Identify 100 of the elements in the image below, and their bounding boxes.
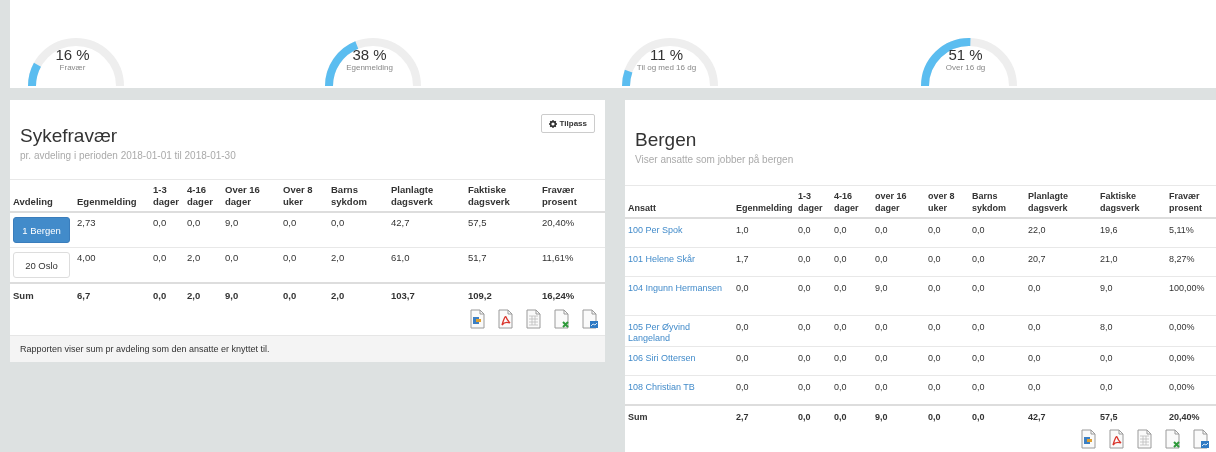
column-header: Faktiske dagsverk <box>465 180 539 212</box>
table-cell: 0,0 <box>222 247 280 283</box>
table-cell: 0,0 <box>733 315 795 347</box>
column-header: Faktiske dagsverk <box>1097 186 1166 218</box>
table-cell: 0,0 <box>1097 346 1166 376</box>
sum-cell: 103,7 <box>388 283 465 305</box>
column-header: over 16 dager <box>872 186 925 218</box>
table-cell: 9,0 <box>1097 276 1166 316</box>
table-cell: 0,0 <box>925 346 969 376</box>
sum-cell: 0,0 <box>831 405 872 425</box>
employee-link[interactable]: 105 Per Øyvind Langeland <box>628 322 730 344</box>
gauge-value: 38 % <box>352 47 387 63</box>
table-cell: 0,0 <box>831 218 872 248</box>
gauge-label: Egenmelding <box>346 63 393 72</box>
table-cell: 0,0 <box>795 315 831 347</box>
sum-cell: 16,24% <box>539 283 605 305</box>
column-header: Planlagte dagsverk <box>1025 186 1097 218</box>
table-cell: 0,0 <box>795 346 831 376</box>
customize-button[interactable]: Tilpass <box>540 114 595 133</box>
employee-link[interactable]: 101 Helene Skår <box>628 254 730 265</box>
document-icon[interactable] <box>469 309 487 329</box>
sum-cell: 2,7 <box>733 405 795 425</box>
column-header: 1-3 dager <box>150 180 184 212</box>
column-header: Fravær prosent <box>539 180 605 212</box>
table-cell: 0,0 <box>872 375 925 405</box>
table-cell: 0,0 <box>872 247 925 277</box>
table-cell: 20,40% <box>539 212 605 248</box>
table-cell: 0,0 <box>925 315 969 347</box>
table-cell: 20,7 <box>1025 247 1097 277</box>
column-header: Over 16 dager <box>222 180 280 212</box>
table-cell: 9,0 <box>222 212 280 248</box>
table-cell: 0,0 <box>969 346 1025 376</box>
department-button[interactable]: 20 Oslo <box>13 252 70 278</box>
column-header: Barns sykdom <box>328 180 388 212</box>
column-header: Egenmelding <box>733 186 795 218</box>
column-header: Ansatt <box>625 186 733 218</box>
table-cell: 0,0 <box>1025 276 1097 316</box>
table-cell: 0,0 <box>969 315 1025 347</box>
gauge-label: Over 16 dg <box>945 63 986 72</box>
panel-title: Bergen <box>635 129 698 151</box>
table-cell: 57,5 <box>465 212 539 248</box>
column-header: Over 8 uker <box>280 180 328 212</box>
table-cell: 8,27% <box>1166 247 1216 277</box>
table-cell: 0,0 <box>328 212 388 248</box>
table-cell: 61,0 <box>388 247 465 283</box>
document-cross-icon[interactable] <box>1164 429 1182 449</box>
column-header: Egenmelding <box>74 180 150 212</box>
column-header: 1-3 dager <box>795 186 831 218</box>
table-cell: 0,00% <box>1166 315 1216 347</box>
column-header: 4-16 dager <box>184 180 222 212</box>
table-cell: 51,7 <box>465 247 539 283</box>
table-cell: 0,0 <box>925 375 969 405</box>
sum-cell: 109,2 <box>465 283 539 305</box>
column-header: Avdeling <box>10 180 74 212</box>
sum-cell: 9,0 <box>872 405 925 425</box>
table-cell: 0,0 <box>1025 315 1097 347</box>
sum-cell: Sum <box>10 283 74 305</box>
table-cell: 5,11% <box>1166 218 1216 248</box>
column-header: Barns sykdom <box>969 186 1025 218</box>
employee-link[interactable]: 100 Per Spok <box>628 225 730 236</box>
employee-link[interactable]: 106 Siri Ottersen <box>628 353 730 364</box>
table-cell: 0,0 <box>925 276 969 316</box>
sum-cell: 0,0 <box>925 405 969 425</box>
pdf-icon[interactable] <box>497 309 515 329</box>
table-cell: 19,6 <box>1097 218 1166 248</box>
table-cell: 22,0 <box>1025 218 1097 248</box>
table-cell: 0,0 <box>831 315 872 347</box>
table-cell: 4,00 <box>74 247 150 283</box>
table-cell: 0,0 <box>795 375 831 405</box>
department-button[interactable]: 1 Bergen <box>13 217 70 243</box>
sum-cell: 6,7 <box>74 283 150 305</box>
sum-cell: 9,0 <box>222 283 280 305</box>
table-cell: 0,0 <box>795 218 831 248</box>
pdf-icon[interactable] <box>1108 429 1126 449</box>
employee-link[interactable]: 104 Ingunn Hermansen <box>628 283 730 294</box>
table-cell: 0,0 <box>795 247 831 277</box>
sum-cell: 2,0 <box>328 283 388 305</box>
gauge-value: 11 % <box>649 47 684 63</box>
column-header: 4-16 dager <box>831 186 872 218</box>
table-cell: 0,00% <box>1166 375 1216 405</box>
spreadsheet-icon[interactable] <box>525 309 543 329</box>
table-cell: 0,0 <box>969 247 1025 277</box>
sum-cell: 57,5 <box>1097 405 1166 425</box>
table-cell: 0,0 <box>872 346 925 376</box>
table-cell: 0,0 <box>872 218 925 248</box>
table-cell: 0,0 <box>150 247 184 283</box>
table-cell: 2,73 <box>74 212 150 248</box>
table-cell: 0,00% <box>1166 346 1216 376</box>
document-chart-icon[interactable] <box>581 309 599 329</box>
table-cell: 0,0 <box>1025 375 1097 405</box>
gauge-value: 51 % <box>948 47 983 63</box>
gauge-value: 16 % <box>55 47 90 63</box>
document-icon[interactable] <box>1080 429 1098 449</box>
table-cell: 0,0 <box>795 276 831 316</box>
employee-link[interactable]: 108 Christian TB <box>628 382 730 393</box>
document-chart-icon[interactable] <box>1192 429 1210 449</box>
document-cross-icon[interactable] <box>553 309 571 329</box>
table-cell: 0,0 <box>280 247 328 283</box>
gear-icon <box>548 119 557 128</box>
spreadsheet-icon[interactable] <box>1136 429 1154 449</box>
